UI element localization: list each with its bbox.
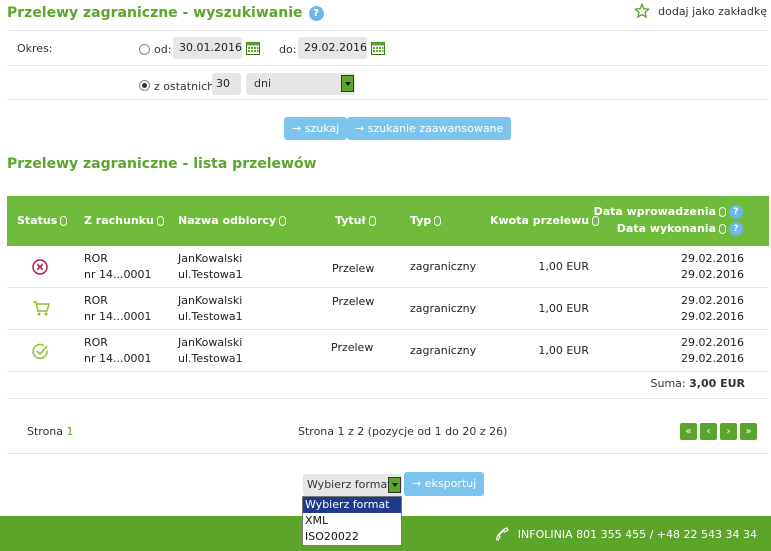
date-cell: 29.02.2016 29.02.2016 bbox=[681, 252, 744, 281]
type-cell: zagraniczny bbox=[410, 344, 477, 357]
divider bbox=[7, 65, 769, 66]
export-button[interactable]: → eksportuj bbox=[404, 472, 485, 496]
last-page-button[interactable]: » bbox=[740, 423, 757, 440]
do-label: do: bbox=[279, 43, 297, 56]
table-row[interactable]: ROR nr 14...0001 JanKowalski ul.Testowa1 P… bbox=[7, 246, 769, 288]
col-date-executed[interactable]: Data wykonania? bbox=[617, 222, 743, 236]
calendar-icon bbox=[371, 42, 385, 55]
title-cell: Przelew bbox=[331, 341, 374, 354]
sort-icon bbox=[434, 216, 442, 226]
divider bbox=[7, 398, 769, 399]
col-recipient[interactable]: Nazwa odbiorcy bbox=[178, 214, 287, 227]
sum-total: Suma: 3,00 EUR bbox=[650, 377, 745, 390]
phone-icon bbox=[495, 527, 509, 541]
page-header: Przelewy zagraniczne - wyszukiwanie ? bbox=[7, 2, 324, 24]
od-label: od: bbox=[154, 43, 172, 56]
sort-icon bbox=[719, 224, 726, 234]
infoline: INFOLINIA 801 355 455 / +48 22 543 34 34 bbox=[494, 526, 757, 542]
search-button[interactable]: → szukaj bbox=[284, 117, 348, 140]
col-amount[interactable]: Kwota przelewu bbox=[490, 214, 600, 227]
help-icon[interactable]: ? bbox=[308, 5, 324, 21]
add-bookmark-link[interactable]: dodaj jako zakładkę bbox=[634, 3, 767, 19]
page-title: Przelewy zagraniczne - wyszukiwanie bbox=[7, 5, 303, 21]
last-label: z ostatnich bbox=[154, 80, 215, 93]
col-status[interactable]: Status bbox=[17, 214, 68, 227]
type-cell: zagraniczny bbox=[410, 302, 477, 315]
pager-info: Strona 1 z 2 (pozycje od 1 do 20 z 26) bbox=[298, 425, 508, 438]
next-page-button[interactable]: › bbox=[720, 423, 737, 440]
help-icon: ? bbox=[729, 205, 743, 219]
current-page: 1 bbox=[66, 425, 74, 438]
sort-icon bbox=[156, 216, 164, 226]
title-cell: Przelew bbox=[332, 262, 375, 275]
prev-page-button[interactable]: ‹ bbox=[700, 423, 717, 440]
date-cell: 29.02.2016 29.02.2016 bbox=[681, 294, 744, 323]
bookmark-label: dodaj jako zakładkę bbox=[658, 4, 767, 18]
divider bbox=[7, 30, 769, 31]
account-cell: ROR nr 14...0001 bbox=[84, 294, 152, 323]
cancel-icon bbox=[32, 259, 48, 275]
page-indicator: Strona 1 bbox=[27, 425, 74, 438]
advanced-search-button[interactable]: → szukanie zaawansowane bbox=[347, 117, 512, 140]
calendar-to-button[interactable] bbox=[371, 41, 385, 55]
col-date-entered[interactable]: Data wprowadzenia? bbox=[594, 205, 743, 219]
table-row[interactable]: ROR nr 14...0001 JanKowalski ul.Testowa1 P… bbox=[7, 330, 769, 372]
date-to-input[interactable]: 29.02.2016 bbox=[298, 37, 367, 59]
recipient-cell: JanKowalski ul.Testowa1 bbox=[178, 252, 243, 281]
title-cell: Przelew bbox=[332, 295, 375, 308]
col-title[interactable]: Tytuł bbox=[335, 214, 376, 227]
star-icon bbox=[634, 3, 651, 19]
okres-label: Okres: bbox=[17, 42, 53, 55]
first-page-button[interactable]: « bbox=[680, 423, 697, 440]
unit-select[interactable]: dni bbox=[246, 73, 355, 95]
divider bbox=[7, 453, 769, 454]
sort-icon bbox=[719, 207, 726, 217]
date-from-input[interactable]: 30.01.2016 bbox=[173, 37, 242, 59]
chevron-down-icon bbox=[341, 75, 354, 92]
divider bbox=[7, 99, 769, 100]
sort-icon bbox=[60, 216, 68, 226]
table-row[interactable]: ROR nr 14...0001 JanKowalski ul.Testowa1 P… bbox=[7, 288, 769, 330]
calendar-icon bbox=[246, 42, 260, 55]
format-dropdown: Wybierz format XML ISO20022 bbox=[302, 496, 402, 546]
format-option-iso20022[interactable]: ISO20022 bbox=[303, 529, 401, 545]
amount-cell: 1,00 EUR bbox=[538, 302, 589, 315]
format-select[interactable]: Wybierz format bbox=[303, 474, 402, 496]
last-days-radio[interactable] bbox=[139, 78, 150, 91]
amount-cell: 1,00 EUR bbox=[538, 344, 589, 357]
type-cell: zagraniczny bbox=[410, 260, 477, 273]
calendar-from-button[interactable] bbox=[246, 41, 260, 55]
date-cell: 29.02.2016 29.02.2016 bbox=[681, 336, 744, 365]
sort-icon bbox=[279, 216, 287, 226]
account-cell: ROR nr 14...0001 bbox=[84, 252, 152, 281]
cart-icon bbox=[33, 301, 50, 316]
col-account[interactable]: Z rachunku bbox=[84, 214, 164, 227]
format-option-xml[interactable]: XML bbox=[303, 513, 401, 529]
table-header: Status Z rachunku Nazwa odbiorcy Tytuł T… bbox=[7, 196, 769, 246]
last-count-input[interactable]: 30 bbox=[212, 73, 241, 95]
recipient-cell: JanKowalski ul.Testowa1 bbox=[178, 294, 243, 323]
chevron-down-icon bbox=[388, 477, 401, 493]
check-circle-icon bbox=[32, 343, 48, 360]
sort-icon bbox=[368, 216, 376, 226]
unit-select-value: dni bbox=[254, 77, 272, 90]
format-select-value: Wybierz format bbox=[307, 478, 392, 491]
format-option-default[interactable]: Wybierz format bbox=[303, 497, 401, 513]
recipient-cell: JanKowalski ul.Testowa1 bbox=[178, 336, 243, 365]
help-icon: ? bbox=[729, 222, 743, 236]
account-cell: ROR nr 14...0001 bbox=[84, 336, 152, 365]
list-title: Przelewy zagraniczne - lista przelewów bbox=[7, 156, 317, 172]
col-type[interactable]: Typ bbox=[410, 214, 442, 227]
range-radio[interactable] bbox=[139, 42, 150, 55]
amount-cell: 1,00 EUR bbox=[538, 260, 589, 273]
